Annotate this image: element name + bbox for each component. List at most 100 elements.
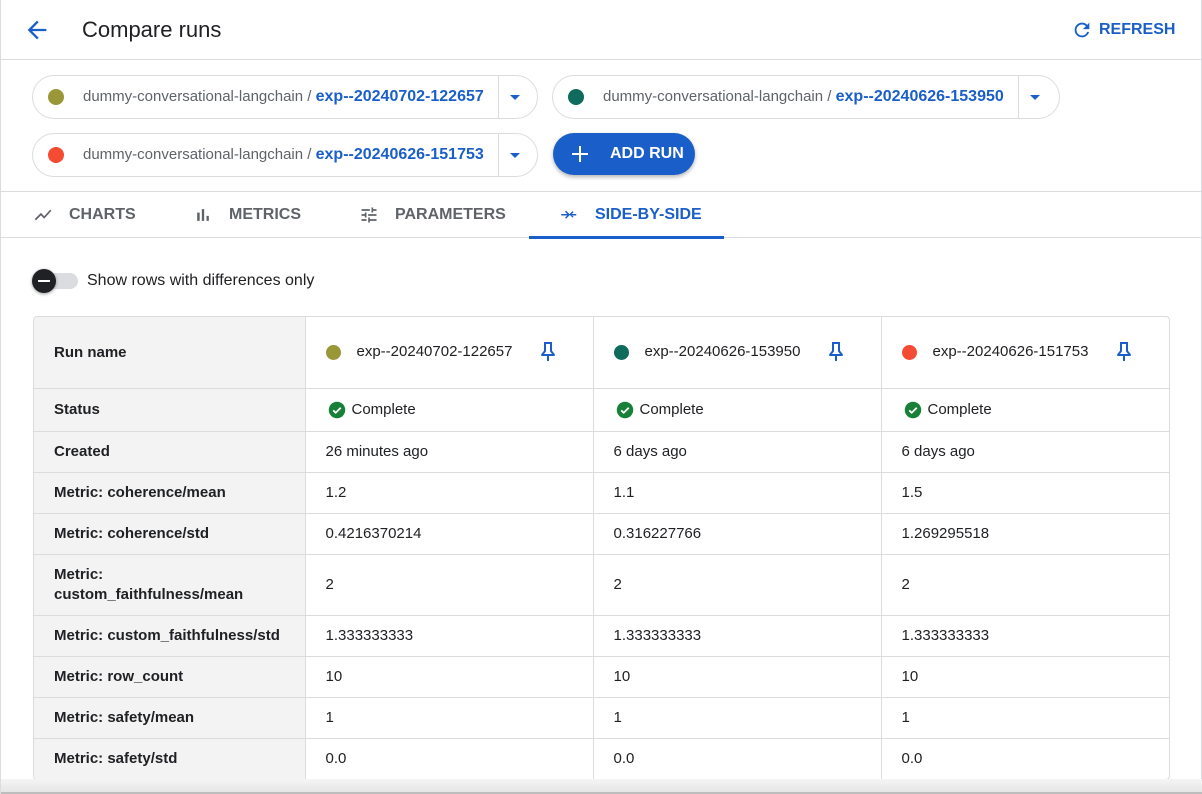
row-header: Metric: safety/mean bbox=[34, 697, 306, 739]
experiment-name: dummy-conversational-langchain bbox=[603, 88, 824, 105]
run-selector-label: dummy-conversational-langchain / exp--20… bbox=[603, 88, 1004, 106]
table-row: Metric: row_count 10 10 10 bbox=[34, 656, 1169, 698]
page-title: Compare runs bbox=[82, 17, 222, 42]
pin-icon[interactable] bbox=[1115, 341, 1133, 363]
line-chart-icon bbox=[34, 209, 52, 221]
toggle-switch[interactable] bbox=[32, 268, 78, 294]
table-row: Metric: safety/std 0.0 0.0 0.0 bbox=[34, 738, 1169, 779]
experiment-name: dummy-conversational-langchain bbox=[83, 146, 304, 163]
row-header: Metric: safety/std bbox=[34, 738, 306, 779]
row-header: Metric: coherence/mean bbox=[34, 472, 306, 514]
run-color-dot bbox=[48, 147, 64, 163]
separator: / bbox=[823, 88, 836, 105]
tab-label: PARAMETERS bbox=[395, 206, 506, 223]
table-cell: 0.0 bbox=[305, 738, 594, 779]
status-text: Complete bbox=[639, 401, 704, 418]
add-run-button[interactable]: ADD RUN bbox=[553, 133, 695, 175]
refresh-button[interactable]: REFRESH bbox=[1071, 17, 1175, 43]
table-cell: 1.333333333 bbox=[881, 615, 1169, 657]
table-cell: 6 days ago bbox=[881, 431, 1169, 473]
row-header: Created bbox=[34, 431, 306, 473]
check-circle-icon bbox=[616, 401, 633, 418]
table-cell: 0.0 bbox=[593, 738, 882, 779]
run-selector-2[interactable]: dummy-conversational-langchain / exp--20… bbox=[552, 75, 1060, 119]
table-row: Metric: custom_faithfulness/mean 2 2 2 bbox=[34, 554, 1169, 616]
run-selector-1[interactable]: dummy-conversational-langchain / exp--20… bbox=[32, 75, 538, 119]
status-cell: Complete bbox=[881, 388, 1169, 432]
caret-down-icon bbox=[509, 152, 520, 158]
table-row: Metric: safety/mean 1 1 1 bbox=[34, 697, 1169, 739]
run-name: exp--20240626-151753 bbox=[932, 343, 1089, 361]
tab-label: SIDE-BY-SIDE bbox=[595, 206, 702, 223]
table-cell: 1.333333333 bbox=[305, 615, 594, 657]
table-row-status: Status Complete Complete Complete bbox=[34, 388, 1169, 432]
page-header: Compare runs REFRESH bbox=[1, 0, 1202, 60]
table-cell: 2 bbox=[593, 554, 882, 616]
tab-charts[interactable]: CHARTS bbox=[33, 192, 163, 238]
table-cell: 10 bbox=[305, 656, 594, 698]
pin-icon[interactable] bbox=[539, 341, 557, 363]
toggle-label: Show rows with differences only bbox=[87, 272, 315, 289]
status-cell: Complete bbox=[305, 388, 594, 432]
side-by-side-table: Run name exp--20240702-122657 exp--20240… bbox=[33, 316, 1170, 780]
table-cell: 10 bbox=[881, 656, 1169, 698]
toggle-thumb bbox=[32, 269, 56, 293]
row-header: Metric: custom_faithfulness/mean bbox=[34, 554, 306, 616]
tab-metrics[interactable]: METRICS bbox=[193, 192, 333, 238]
tab-parameters[interactable]: PARAMETERS bbox=[359, 192, 519, 238]
run-selector-dropdown[interactable] bbox=[497, 76, 531, 118]
table-cell: 0.4216370214 bbox=[305, 513, 594, 555]
run-color-dot bbox=[48, 89, 64, 105]
table-cell: 2 bbox=[881, 554, 1169, 616]
table-cell: 1.5 bbox=[881, 472, 1169, 514]
run-header-cell: exp--20240626-153950 bbox=[593, 317, 882, 389]
run-name: exp--20240702-122657 bbox=[315, 88, 484, 105]
table-cell: 1 bbox=[305, 697, 594, 739]
table-cell: 2 bbox=[305, 554, 594, 616]
pin-icon[interactable] bbox=[827, 341, 845, 363]
table-row-run-name: Run name exp--20240702-122657 exp--20240… bbox=[34, 317, 1169, 389]
separator: / bbox=[303, 146, 316, 163]
table-row: Metric: custom_faithfulness/std 1.333333… bbox=[34, 615, 1169, 657]
row-header: Metric: row_count bbox=[34, 656, 306, 698]
run-color-dot bbox=[901, 344, 917, 360]
table-cell: 6 days ago bbox=[593, 431, 882, 473]
row-header: Status bbox=[34, 388, 306, 432]
table-row: Metric: coherence/mean 1.2 1.1 1.5 bbox=[34, 472, 1169, 514]
app-frame: Compare runs REFRESH dummy-conversationa… bbox=[0, 0, 1202, 794]
add-run-label: ADD RUN bbox=[610, 145, 684, 162]
caret-down-icon bbox=[1029, 94, 1040, 100]
run-selector-dropdown[interactable] bbox=[497, 134, 531, 176]
tab-label: METRICS bbox=[229, 206, 301, 223]
table-cell: 1.333333333 bbox=[593, 615, 882, 657]
differences-only-toggle[interactable]: Show rows with differences only bbox=[32, 268, 314, 294]
run-selector-dropdown[interactable] bbox=[1017, 76, 1051, 118]
row-header: Metric: custom_faithfulness/std bbox=[34, 615, 306, 657]
table-cell: 0.0 bbox=[901, 750, 923, 768]
check-circle-icon bbox=[904, 401, 921, 418]
table-row: Created 26 minutes ago 6 days ago 6 days… bbox=[34, 431, 1169, 473]
run-selectors: dummy-conversational-langchain / exp--20… bbox=[1, 60, 1202, 192]
back-button[interactable] bbox=[23, 16, 51, 44]
run-name: exp--20240626-151753 bbox=[315, 146, 484, 163]
tab-label: CHARTS bbox=[69, 206, 136, 223]
run-color-dot bbox=[613, 344, 629, 360]
check-circle-icon bbox=[328, 401, 345, 418]
separator: / bbox=[303, 88, 316, 105]
table-cell: 1 bbox=[881, 697, 1169, 739]
run-header-cell: exp--20240702-122657 bbox=[305, 317, 594, 389]
status-text: Complete bbox=[927, 401, 992, 418]
table-cell: 26 minutes ago bbox=[305, 431, 594, 473]
table-cell: 10 bbox=[593, 656, 882, 698]
run-selector-3[interactable]: dummy-conversational-langchain / exp--20… bbox=[32, 133, 538, 177]
tab-side-by-side[interactable]: SIDE-BY-SIDE bbox=[529, 192, 724, 239]
run-name: exp--20240626-153950 bbox=[835, 88, 1004, 105]
bar-chart-icon bbox=[197, 209, 209, 221]
experiment-name: dummy-conversational-langchain bbox=[83, 88, 304, 105]
run-header-cell: exp--20240626-151753 bbox=[881, 317, 1169, 389]
run-name: exp--20240626-153950 bbox=[644, 343, 801, 361]
table-cell: 1 bbox=[593, 697, 882, 739]
table-cell: 1.2 bbox=[305, 472, 594, 514]
plus-icon bbox=[570, 144, 590, 164]
row-header: Run name bbox=[34, 317, 306, 389]
